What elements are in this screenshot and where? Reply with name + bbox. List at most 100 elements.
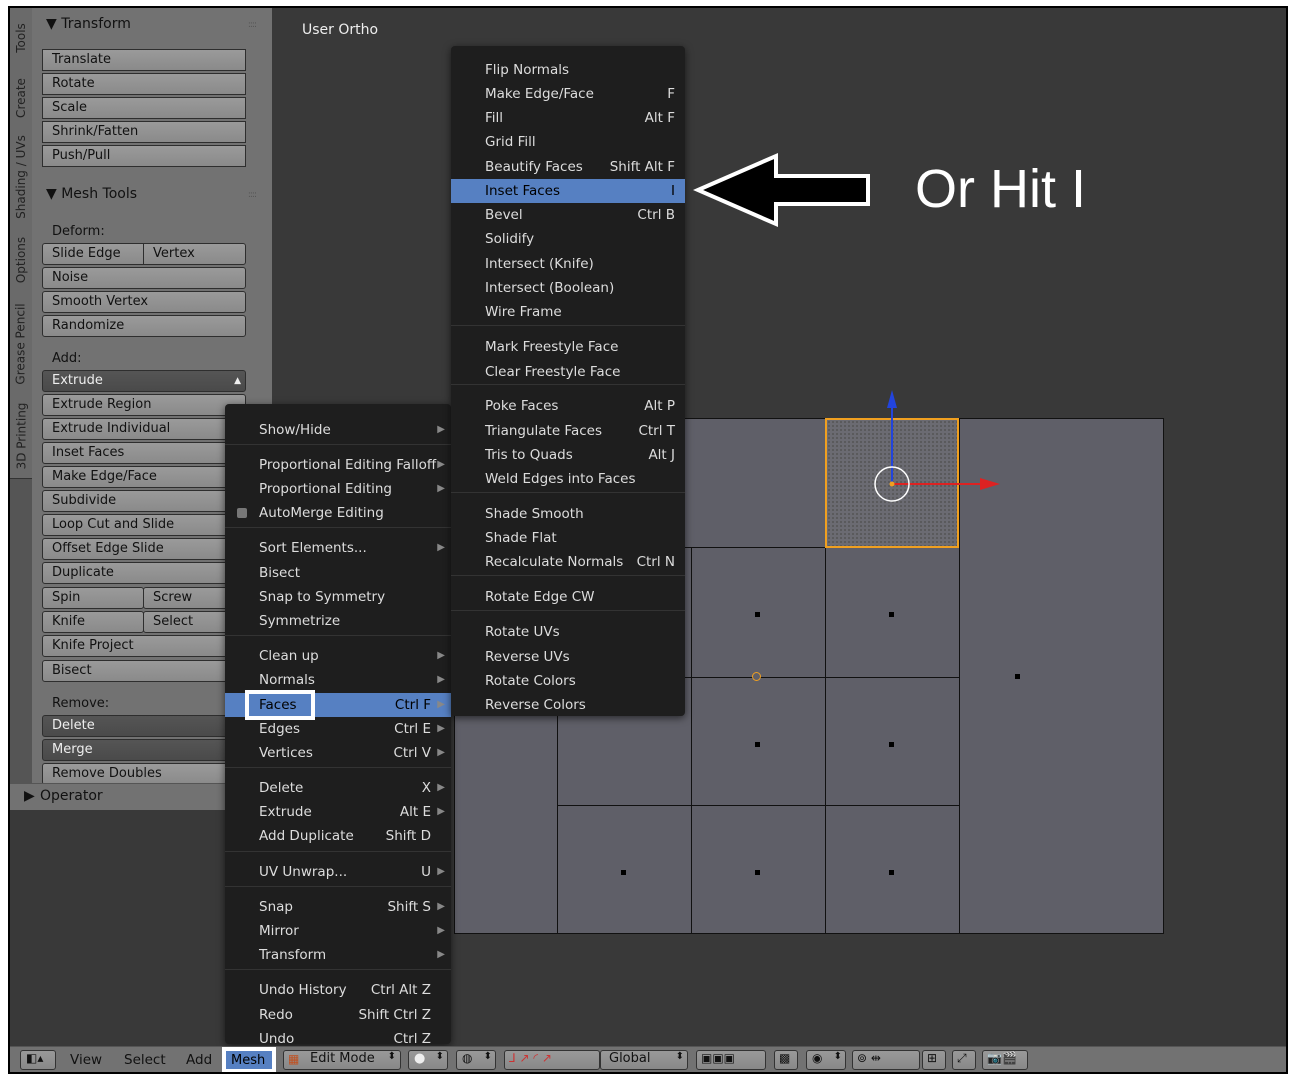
checkbox-icon[interactable]	[237, 508, 247, 518]
mesh-menu-item-snap-to-symmetry[interactable]: Snap to Symmetry	[225, 585, 451, 609]
add-menu[interactable]: Add	[186, 1050, 212, 1070]
faces-menu-item-rotate-edge-cw[interactable]: Rotate Edge CW	[451, 585, 685, 609]
snap-target-button[interactable]: ⊞	[922, 1050, 946, 1070]
mesh-tools-panel-header[interactable]: ▼ Mesh Tools	[46, 186, 137, 202]
noise-button[interactable]: Noise	[42, 267, 246, 289]
view-menu[interactable]: View	[70, 1050, 102, 1070]
loop-cut-slide-button[interactable]: Loop Cut and Slide	[42, 514, 246, 536]
offset-edge-slide-button[interactable]: Offset Edge Slide	[42, 538, 246, 560]
mesh-vertex[interactable]	[889, 870, 894, 875]
mesh-menu-item-automerge-editing[interactable]: AutoMerge Editing	[225, 501, 451, 525]
faces-menu-item-recalculate-normals[interactable]: Recalculate Normals Ctrl N	[451, 550, 685, 574]
mesh-menu-item-proportional-editing[interactable]: Proportional Editing ▶	[225, 477, 451, 501]
mesh-vertex[interactable]	[889, 742, 894, 747]
mesh-menu-button[interactable]: Mesh	[222, 1047, 276, 1072]
editor-type-button[interactable]: ◧▴	[20, 1050, 56, 1070]
mesh-vertex[interactable]	[755, 612, 760, 617]
mesh-menu-item-symmetrize[interactable]: Symmetrize	[225, 609, 451, 633]
mesh-vertex[interactable]	[889, 612, 894, 617]
faces-menu-item-mark-freestyle-face[interactable]: Mark Freestyle Face	[451, 335, 685, 359]
mesh-menu-item-snap[interactable]: Snap Shift S ▶	[225, 895, 451, 919]
delete-dropdown[interactable]: Delete	[42, 715, 246, 737]
push-pull-button[interactable]: Push/Pull	[42, 145, 246, 167]
tab-options[interactable]: Options	[10, 226, 32, 295]
smooth-vertex-button[interactable]: Smooth Vertex	[42, 291, 246, 313]
mesh-menu-item-delete[interactable]: Delete X ▶	[225, 776, 451, 800]
mesh-menu-item-normals[interactable]: Normals ▶	[225, 668, 451, 692]
spin-button[interactable]: Spin	[42, 587, 144, 609]
tab-3d-printing[interactable]: 3D Printing	[10, 394, 32, 479]
mesh-menu-item-undo-history[interactable]: Undo History Ctrl Alt Z	[225, 978, 451, 1002]
inset-faces-button[interactable]: Inset Faces	[42, 442, 246, 464]
mesh-vertex[interactable]	[1015, 674, 1020, 679]
faces-menu-item-wire-frame[interactable]: Wire Frame	[451, 300, 685, 324]
shrink-fatten-button[interactable]: Shrink/Fatten	[42, 121, 246, 143]
mesh-vertex[interactable]	[755, 742, 760, 747]
mesh-menu-item-mirror[interactable]: Mirror ▶	[225, 919, 451, 943]
occlude-geometry-button[interactable]: ▩	[774, 1050, 798, 1070]
tab-tools[interactable]: Tools	[10, 8, 32, 69]
faces-menu-item-solidify[interactable]: Solidify	[451, 227, 685, 251]
mesh-vertex[interactable]	[755, 870, 760, 875]
knife-button[interactable]: Knife	[42, 611, 144, 633]
drag-grip-icon[interactable]: ::::	[248, 20, 257, 30]
mesh-menu-item-redo[interactable]: Redo Shift Ctrl Z	[225, 1003, 451, 1027]
mesh-menu-item-sort-elements[interactable]: Sort Elements... ▶	[225, 536, 451, 560]
snap-rotate-button[interactable]: ⤢	[952, 1050, 976, 1070]
slide-edge-button[interactable]: Slide Edge	[42, 243, 144, 265]
faces-menu-item-shade-flat[interactable]: Shade Flat	[451, 526, 685, 550]
mesh-menu-item-uv-unwrap[interactable]: UV Unwrap... U ▶	[225, 860, 451, 884]
faces-menu-item-make-edge-face[interactable]: Make Edge/Face F	[451, 82, 685, 106]
extrude-dropdown[interactable]: Extrude ▲	[42, 370, 246, 392]
mesh-menu-item-proportional-editing-falloff[interactable]: Proportional Editing Falloff ▶	[225, 453, 451, 477]
mesh-menu-item-edges[interactable]: Edges Ctrl E ▶	[225, 717, 451, 741]
translate-button[interactable]: Translate	[42, 49, 246, 71]
proportional-dropdown[interactable]: ◉ ⬍	[806, 1050, 846, 1070]
transform-gizmo-icon[interactable]	[832, 378, 1012, 538]
bisect-button[interactable]: Bisect	[42, 660, 246, 682]
orientation-dropdown[interactable]: Global ⬍	[600, 1050, 688, 1070]
faces-menu-item-reverse-colors[interactable]: Reverse Colors	[451, 693, 685, 717]
rotate-button[interactable]: Rotate	[42, 73, 246, 95]
mesh-menu-item-show-hide[interactable]: Show/Hide ▶	[225, 418, 451, 442]
remove-doubles-button[interactable]: Remove Doubles	[42, 763, 246, 785]
faces-menu-item-beautify-faces[interactable]: Beautify Faces Shift Alt F	[451, 155, 685, 179]
faces-menu-item-reverse-uvs[interactable]: Reverse UVs	[451, 645, 685, 669]
select-menu[interactable]: Select	[124, 1050, 166, 1070]
snap-buttons[interactable]: ⊚ ⇹	[852, 1050, 920, 1070]
slide-vertex-button[interactable]: Vertex	[143, 243, 246, 265]
faces-menu-item-triangulate-faces[interactable]: Triangulate Faces Ctrl T	[451, 419, 685, 443]
knife-project-button[interactable]: Knife Project	[42, 635, 246, 657]
faces-menu-item-fill[interactable]: Fill Alt F	[451, 106, 685, 130]
shading-dropdown[interactable]: ● ⬍	[408, 1050, 448, 1070]
randomize-button[interactable]: Randomize	[42, 315, 246, 337]
faces-menu-item-grid-fill[interactable]: Grid Fill	[451, 130, 685, 154]
faces-menu-item-bevel[interactable]: Bevel Ctrl B	[451, 203, 685, 227]
mode-dropdown[interactable]: ▦ Edit Mode ⬍	[283, 1050, 401, 1070]
pivot-dropdown[interactable]: ◍ ⬍	[456, 1050, 496, 1070]
faces-menu-item-inset-faces[interactable]: Inset Faces I	[451, 179, 685, 203]
faces-menu-item-clear-freestyle-face[interactable]: Clear Freestyle Face	[451, 360, 685, 384]
manipulator-buttons[interactable]: ⅃ ↗ ◜ ↗	[504, 1050, 600, 1070]
mesh-menu-item-clean-up[interactable]: Clean up ▶	[225, 644, 451, 668]
extrude-region-button[interactable]: Extrude Region	[42, 394, 246, 416]
mesh-menu-item-vertices[interactable]: Vertices Ctrl V ▶	[225, 741, 451, 765]
tab-create[interactable]: Create	[10, 68, 32, 129]
mesh-vertex[interactable]	[621, 870, 626, 875]
layer-buttons[interactable]: ▣▣▣	[696, 1050, 766, 1070]
mesh-menu-item-bisect[interactable]: Bisect	[225, 561, 451, 585]
transform-panel-header[interactable]: ▼ Transform	[46, 16, 131, 32]
extrude-individual-button[interactable]: Extrude Individual	[42, 418, 246, 440]
merge-dropdown[interactable]: Merge	[42, 739, 246, 761]
mesh-menu-item-transform[interactable]: Transform ▶	[225, 943, 451, 967]
faces-menu-item-shade-smooth[interactable]: Shade Smooth	[451, 502, 685, 526]
faces-menu-item-tris-to-quads[interactable]: Tris to Quads Alt J	[451, 443, 685, 467]
mesh-menu-item-add-duplicate[interactable]: Add Duplicate Shift D	[225, 824, 451, 848]
render-buttons[interactable]: 📷🎬	[982, 1050, 1028, 1070]
faces-menu-item-rotate-colors[interactable]: Rotate Colors	[451, 669, 685, 693]
drag-grip-icon[interactable]: ::::	[248, 190, 257, 200]
faces-menu-item-intersect-boolean[interactable]: Intersect (Boolean)	[451, 276, 685, 300]
tab-grease-pencil[interactable]: Grease Pencil	[10, 294, 32, 395]
duplicate-button[interactable]: Duplicate	[42, 562, 246, 584]
make-edge-face-button[interactable]: Make Edge/Face	[42, 466, 246, 488]
